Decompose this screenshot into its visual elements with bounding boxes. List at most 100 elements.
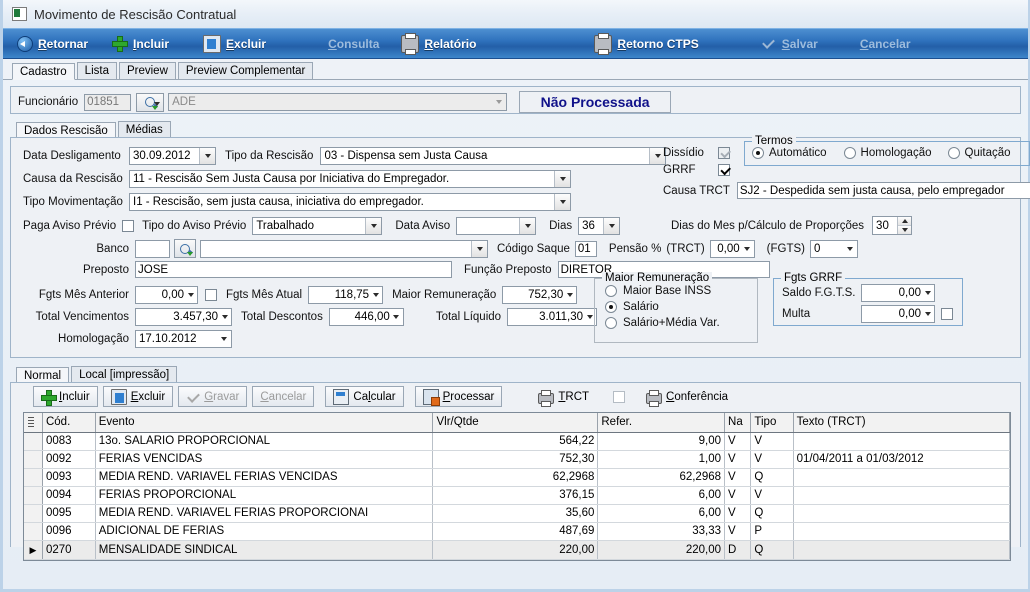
grid-button-excluir[interactable]: Excluir — [102, 386, 174, 407]
table-row[interactable]: 0093 MEDIA REND. VARIAVEL FERIAS VENCIDA… — [24, 468, 1011, 487]
chevron-down-icon[interactable] — [365, 218, 382, 234]
codigo-saque-input[interactable]: 01 — [574, 240, 597, 257]
total-descontos-combo[interactable]: 446,00 — [328, 308, 404, 326]
chevron-down-icon[interactable] — [554, 171, 570, 187]
tab-medias[interactable]: Médias — [117, 121, 171, 138]
chevron-down-icon[interactable] — [741, 241, 754, 257]
funcionario-code-input[interactable]: 01851 — [84, 93, 132, 111]
chevron-down-icon[interactable] — [563, 287, 576, 303]
data-aviso-combo[interactable] — [456, 217, 537, 235]
table-row[interactable]: 0094 FERIAS PROPORCIONAL 376,15 6,00 V V — [24, 486, 1011, 505]
maior-remuneracao-combo[interactable]: 752,30 — [502, 286, 578, 304]
events-grid[interactable]: Cód. Evento Vlr/Qtde Refer. Na Tipo Text… — [23, 412, 1011, 561]
chevron-down-icon[interactable] — [603, 218, 620, 234]
fgts-mes-anterior-checkbox[interactable] — [205, 289, 217, 301]
toolbar-button-consulta[interactable]: Consulta — [324, 30, 387, 57]
table-row[interactable]: 0096 ADICIONAL DE FERIAS 487,69 33,33 V … — [24, 522, 1011, 541]
grid-button-conferencia[interactable]: Conferência — [639, 386, 735, 407]
dissidio-checkbox[interactable] — [718, 147, 730, 159]
toolbar-button-cancelar[interactable]: Cancelar — [856, 30, 919, 57]
chevron-down-icon[interactable] — [842, 241, 857, 257]
trct-checkbox[interactable] — [613, 390, 626, 403]
table-row[interactable]: 0092 FERIAS VENCIDAS 752,30 1,00 V V 01/… — [24, 450, 1011, 469]
grid-button-trct[interactable]: TRCT — [531, 386, 596, 407]
tab-local-impressao[interactable]: Local [impressão] — [71, 366, 178, 383]
total-vencimentos-combo[interactable]: 3.457,30 — [135, 308, 232, 326]
toolbar-button-incluir[interactable]: Incluir — [108, 30, 177, 57]
chevron-down-icon[interactable] — [491, 94, 507, 110]
banco-name-combo[interactable] — [200, 239, 488, 258]
fgts-mes-anterior-combo[interactable]: 0,00 — [135, 286, 198, 304]
tipo-aviso-previo-combo[interactable]: Trabalhado — [252, 217, 383, 235]
total-liquido-combo[interactable]: 3.011,30 — [507, 308, 598, 326]
banco-search-button[interactable] — [174, 239, 196, 258]
tipo-movimentacao-combo[interactable]: I1 - Rescisão, sem justa causa, iniciati… — [129, 193, 571, 211]
chevron-down-icon[interactable] — [519, 218, 536, 234]
funcionario-search-button[interactable] — [136, 92, 165, 112]
chevron-down-icon[interactable] — [216, 331, 231, 347]
preposto-input[interactable]: JOSE — [135, 261, 452, 278]
mr-radio-salario-media-var[interactable] — [605, 317, 617, 329]
tab-lista[interactable]: Lista — [76, 62, 117, 79]
dias-combo[interactable]: 36 — [578, 217, 621, 235]
col-header-codigo[interactable]: Cód. — [42, 413, 96, 433]
table-row[interactable]: ▶ 0270 MENSALIDADE SINDICAL 220,00 220,0… — [24, 540, 1011, 560]
paga-aviso-previo-checkbox[interactable] — [122, 220, 135, 232]
toolbar-button-retornar[interactable]: Retornar — [13, 30, 96, 57]
banco-code-input[interactable] — [135, 239, 170, 258]
chevron-down-icon[interactable] — [390, 309, 403, 325]
col-header-tipo[interactable]: Tipo — [750, 413, 794, 433]
col-header-refer[interactable]: Refer. — [597, 413, 726, 433]
chevron-down-icon[interactable] — [184, 287, 197, 303]
toolbar-button-salvar[interactable]: Salvar — [757, 30, 826, 57]
chevron-down-icon[interactable] — [554, 194, 570, 210]
chevron-down-icon[interactable] — [921, 285, 934, 301]
grid-button-processar[interactable]: Processar — [414, 386, 503, 407]
termos-radio-homologacao[interactable] — [843, 147, 856, 159]
toolbar-button-retorno-ctps[interactable]: Retorno CTPS — [590, 30, 706, 57]
grid-button-gravar[interactable]: Gravar — [178, 386, 248, 407]
chevron-down-icon[interactable] — [369, 287, 382, 303]
chevron-down-icon[interactable] — [921, 306, 934, 322]
toolbar-button-excluir[interactable]: Excluir — [199, 30, 274, 57]
pensao-fgts-combo[interactable]: 0 — [810, 239, 858, 258]
dias-mes-spinner[interactable]: 30 — [872, 216, 913, 235]
spinner-down[interactable] — [898, 226, 912, 234]
causa-rescisao-combo[interactable]: 11 - Rescisão Sem Justa Causa por Inicia… — [129, 170, 571, 188]
saldo-fgts-combo[interactable]: 0,00 — [861, 284, 935, 302]
mr-radio-salario[interactable] — [605, 301, 617, 313]
table-row[interactable]: 0095 MEDIA REND. VARIAVEL FERIAS PROPORC… — [24, 504, 1011, 523]
tab-preview-complementar[interactable]: Preview Complementar — [177, 62, 314, 79]
causa-trct-input[interactable]: SJ2 - Despedida sem justa causa, pelo em… — [736, 182, 1030, 199]
pensao-trct-combo[interactable]: 0,00 — [709, 239, 755, 258]
multa-checkbox[interactable] — [941, 308, 953, 320]
tab-cadastro[interactable]: Cadastro — [12, 63, 75, 80]
termos-radio-quitacao[interactable] — [947, 147, 960, 159]
fgts-mes-atual-combo[interactable]: 118,75 — [308, 286, 384, 304]
termos-radio-automatico[interactable] — [752, 147, 764, 159]
toolbar-button-relatorio[interactable]: Relatório — [397, 30, 484, 57]
grid-button-calcular[interactable]: Calcular — [325, 386, 404, 407]
grid-button-incluir[interactable]: Incluir — [33, 386, 98, 407]
tab-preview[interactable]: Preview — [118, 62, 176, 79]
col-header-texto-trct[interactable]: Texto (TRCT) — [793, 413, 1011, 433]
col-header-evento[interactable]: Evento — [95, 413, 434, 433]
spinner-buttons[interactable] — [897, 217, 912, 234]
col-header-vlr-qtde[interactable]: Vlr/Qtde — [432, 413, 599, 433]
homologacao-combo[interactable]: 17.10.2012 — [135, 330, 232, 348]
cell-na: V — [724, 450, 752, 469]
sub-tabstrip: Dados Rescisão Médias — [3, 118, 1028, 139]
tipo-rescisao-combo[interactable]: 03 - Dispensa sem Justa Causa — [320, 147, 667, 165]
chevron-down-icon[interactable] — [199, 148, 215, 164]
col-header-na[interactable]: Na — [724, 413, 752, 433]
table-row[interactable]: 0083 13o. SALARIO PROPORCIONAL 564,22 9,… — [24, 432, 1011, 451]
grid-button-cancelar[interactable]: Cancelar — [252, 386, 315, 407]
chevron-down-icon[interactable] — [471, 240, 487, 257]
spinner-up[interactable] — [898, 217, 912, 226]
funcionario-name-combo[interactable]: ADE — [168, 93, 508, 111]
grrf-checkbox[interactable] — [718, 164, 730, 176]
chevron-down-icon[interactable] — [218, 309, 231, 325]
multa-combo[interactable]: 0,00 — [861, 305, 935, 323]
data-desligamento-combo[interactable]: 30.09.2012 — [129, 147, 216, 165]
mr-radio-maior-base-inss[interactable] — [605, 285, 617, 297]
